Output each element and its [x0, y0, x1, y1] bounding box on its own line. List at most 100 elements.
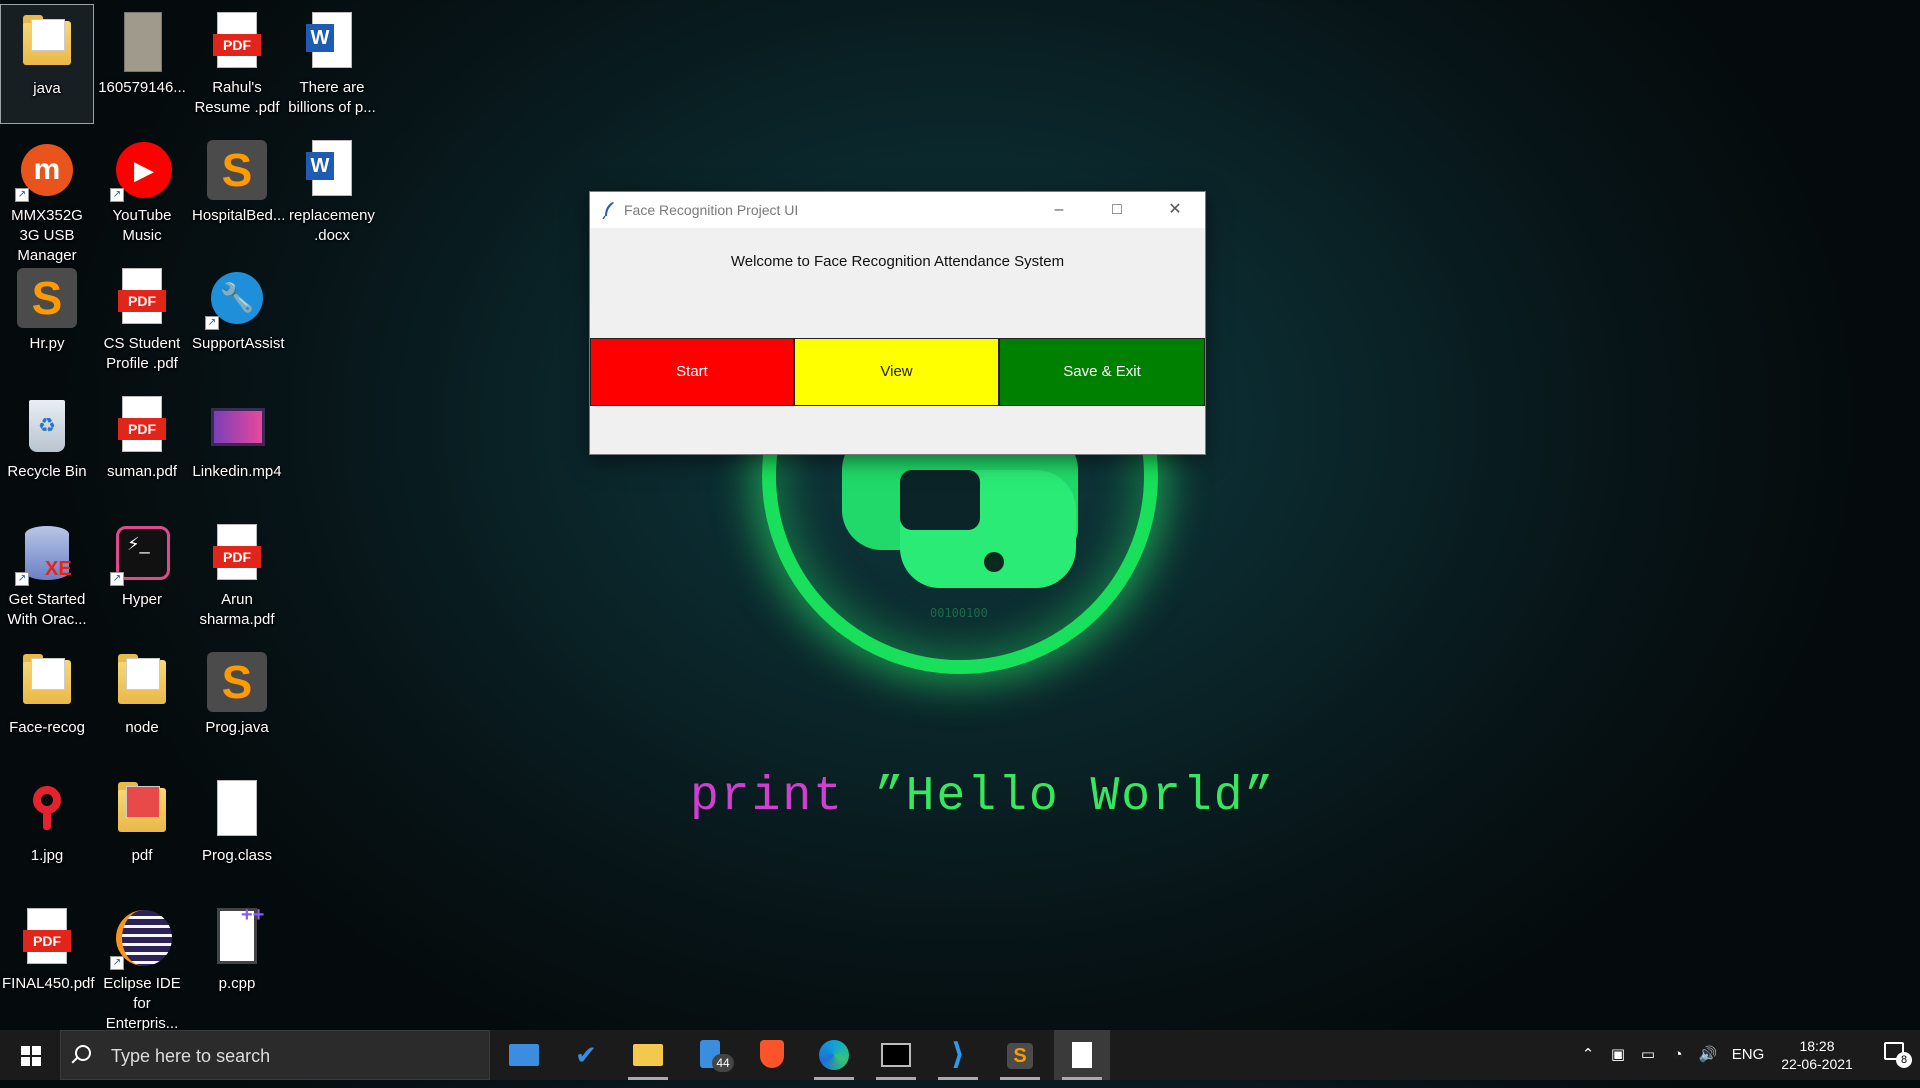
folder-icon	[15, 650, 79, 714]
taskbar-vscode[interactable]: ⟩	[930, 1030, 986, 1080]
wallpaper-binary-text: 00100100	[930, 606, 988, 620]
blank-file-icon	[1072, 1042, 1092, 1068]
taskbar: Type here to search ✔ 44 ⟩ S ⌃ ▣ ▭ ◔ 🔊 E…	[0, 1030, 1920, 1080]
window-titlebar[interactable]: Face Recognition Project UI – □ ✕	[590, 192, 1205, 228]
desktop-icon-prog-java[interactable]: S Prog.java	[190, 644, 284, 764]
desktop-icon-label: Eclipse IDE for Enterpris...	[103, 975, 181, 1032]
sublime-text-icon: S	[205, 650, 269, 714]
image-file-icon	[110, 10, 174, 74]
start-button[interactable]: Start	[590, 338, 794, 406]
speaker-icon: 🔊	[1698, 1046, 1718, 1063]
taskbar-clock[interactable]: 18:28 22-06-2021	[1772, 1037, 1862, 1073]
sublime-text-icon: S	[15, 266, 79, 330]
desktop-icon-label: Face-recog	[9, 719, 85, 736]
start-button-windows[interactable]	[0, 1030, 60, 1080]
desktop-icon-pdf-folder[interactable]: pdf	[95, 772, 189, 892]
desktop-icon-hospitalbed[interactable]: S HospitalBed...	[190, 132, 286, 252]
desktop-icon-label: Arun sharma.pdf	[199, 591, 275, 628]
desktop-icon-word-doc[interactable]: W There are billions of p...	[285, 4, 379, 124]
tray-volume[interactable]: 🔊	[1696, 1030, 1720, 1080]
wrench-icon: 🔧 ↗	[205, 266, 269, 330]
desktop-icon-final450-pdf[interactable]: PDF FINAL450.pdf	[0, 900, 95, 1020]
usb-manager-icon: m ↗	[15, 138, 79, 202]
folder-icon	[15, 11, 79, 75]
blank-file-icon	[205, 778, 269, 842]
feather-icon	[602, 202, 614, 219]
desktop-icon-label: FINAL450.pdf	[2, 975, 95, 992]
shortcut-arrow-icon: ↗	[15, 572, 29, 586]
desktop-icon-prog-class[interactable]: Prog.class	[190, 772, 284, 892]
desktop-icon-label: There are billions of p...	[288, 79, 376, 116]
desktop-icon-face-recog[interactable]: Face-recog	[0, 644, 94, 764]
desktop-icon-rahul-resume[interactable]: PDF Rahul's Resume .pdf	[190, 4, 284, 124]
tray-battery[interactable]: ▭	[1636, 1030, 1660, 1080]
database-icon: XE ↗	[15, 522, 79, 586]
tray-wifi[interactable]: ◔	[1666, 1030, 1690, 1080]
desktop-icon-hr-py[interactable]: S Hr.py	[0, 260, 94, 380]
desktop-icon-label: 1.jpg	[30, 847, 64, 864]
folder-icon	[633, 1044, 663, 1066]
desktop-icon-supportassist[interactable]: 🔧 ↗ SupportAssist	[190, 260, 285, 380]
taskbar-brave-browser[interactable]	[744, 1030, 800, 1080]
desktop-icon-p-cpp[interactable]: ++ p.cpp	[190, 900, 284, 1020]
desktop-icon-label: node	[125, 719, 159, 736]
maximize-button[interactable]: □	[1088, 192, 1146, 228]
desktop-icon-eclipse[interactable]: ↗ Eclipse IDE for Enterpris...	[95, 900, 189, 1032]
pdf-file-icon: PDF	[110, 394, 174, 458]
minimize-button[interactable]: –	[1030, 192, 1088, 228]
folder-icon	[110, 778, 174, 842]
pdf-file-icon: PDF	[205, 522, 269, 586]
desktop-icon-oracle[interactable]: XE ↗ Get Started With Orac...	[0, 516, 94, 636]
code-keyword: print	[690, 770, 845, 824]
desktop-icon-youtube-music[interactable]: ▶ ↗ YouTube Music	[95, 132, 189, 252]
show-hidden-icons-chevron[interactable]: ⌃	[1577, 1030, 1599, 1080]
desktop-icon-java[interactable]: java	[0, 4, 94, 124]
desktop-icon-mmx-usb-manager[interactable]: m ↗ MMX352G 3G USB Manager	[0, 132, 94, 264]
desktop-icon-1-jpg[interactable]: 1.jpg	[0, 772, 94, 892]
checkmark-icon: ✔	[575, 1040, 597, 1070]
shortcut-arrow-icon: ↗	[110, 188, 124, 202]
recycle-bin-icon: ♻	[15, 394, 79, 458]
desktop-icon-linkedin-mp4[interactable]: Linkedin.mp4	[190, 388, 284, 508]
search-icon	[75, 1045, 91, 1061]
tray-language[interactable]: ENG	[1728, 1030, 1768, 1080]
desktop-icons: java 160579146... PDF Rahul's Resume .pd…	[0, 0, 400, 1032]
taskbar-tk-window[interactable]	[1054, 1030, 1110, 1080]
taskbar-phone-app[interactable]: 44	[682, 1030, 738, 1080]
desktop-icon-node[interactable]: node	[95, 644, 189, 764]
python-logo-eye	[984, 552, 1004, 572]
image-file-icon	[15, 778, 79, 842]
desktop-icon-recycle-bin[interactable]: ♻ Recycle Bin	[0, 388, 94, 508]
pdf-file-icon: PDF	[15, 906, 79, 970]
shortcut-arrow-icon: ↗	[110, 956, 124, 970]
taskbar-search-box[interactable]: Type here to search	[60, 1030, 490, 1080]
taskbar-edge-browser[interactable]	[806, 1030, 862, 1080]
desktop-icon-replacemeny[interactable]: W replacemeny .docx	[285, 132, 379, 252]
desktop-icon-label: p.cpp	[218, 975, 256, 992]
taskbar-sublime-text[interactable]: S	[992, 1030, 1048, 1080]
edge-icon	[819, 1040, 849, 1070]
word-file-icon: W	[300, 138, 364, 202]
taskbar-terminal[interactable]	[868, 1030, 924, 1080]
close-button[interactable]: ✕	[1146, 192, 1204, 228]
camera-icon: ▣	[1610, 1046, 1626, 1063]
notification-count-badge: 8	[1896, 1052, 1912, 1068]
desktop-icon-suman-pdf[interactable]: PDF suman.pdf	[95, 388, 189, 508]
desktop-icon-image-file[interactable]: 160579146...	[95, 4, 189, 124]
desktop-icon-arun-sharma-pdf[interactable]: PDF Arun sharma.pdf	[190, 516, 284, 636]
brave-lion-icon	[760, 1040, 784, 1068]
action-center-button[interactable]: 8	[1884, 1042, 1912, 1068]
tray-meet-now[interactable]: ▣	[1606, 1030, 1630, 1080]
save-exit-button[interactable]: Save & Exit	[999, 338, 1205, 406]
taskbar-todo-app[interactable]: ✔	[558, 1030, 614, 1080]
desktop-icon-label: Prog.class	[201, 847, 273, 864]
cpp-file-icon: ++	[205, 904, 269, 970]
view-button[interactable]: View	[794, 338, 999, 406]
welcome-label: Welcome to Face Recognition Attendance S…	[730, 253, 1065, 270]
desktop-icon-hyper[interactable]: ⚡_ ↗ Hyper	[95, 516, 189, 636]
taskbar-mail-app[interactable]	[496, 1030, 552, 1080]
desktop-icon-label: HospitalBed...	[192, 207, 286, 224]
desktop-icon-cs-student-profile[interactable]: PDF CS Student Profile .pdf	[95, 260, 189, 380]
taskbar-file-explorer[interactable]	[620, 1030, 676, 1080]
clock-time: 18:28	[1799, 1038, 1835, 1054]
